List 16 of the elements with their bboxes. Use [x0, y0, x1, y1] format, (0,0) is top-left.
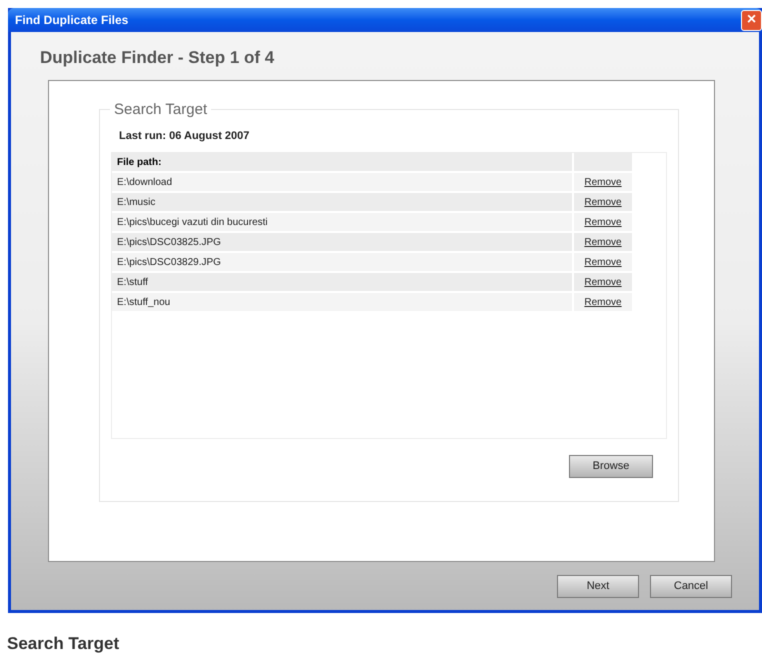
table-cell: E:\download [112, 173, 572, 191]
dialog-button[interactable]: Cancel [650, 575, 732, 598]
table-cell: E:\pics\DSC03825.JPG [112, 233, 572, 251]
dialog-button[interactable]: Next [557, 575, 639, 598]
step-heading: Duplicate Finder - Step 1 of 4 [40, 47, 276, 69]
table-cell: E:\music [112, 193, 572, 211]
browse-button[interactable]: Browse [569, 455, 653, 478]
table-cell: E:\stuff [112, 273, 572, 291]
table-cell: E:\pics\bucegi vazuti din bucuresti [112, 213, 572, 231]
close-button[interactable]: × [741, 10, 762, 30]
table-cell: E:\stuff_nou [112, 293, 572, 311]
last-run-text: Last run: 06 August 2007 [119, 129, 250, 144]
caption-text: Search Target [7, 634, 120, 653]
column-header: File path: [112, 153, 572, 171]
window-title: Find Duplicate Files [15, 12, 128, 29]
table-cell: E:\pics\DSC03829.JPG [112, 253, 572, 271]
